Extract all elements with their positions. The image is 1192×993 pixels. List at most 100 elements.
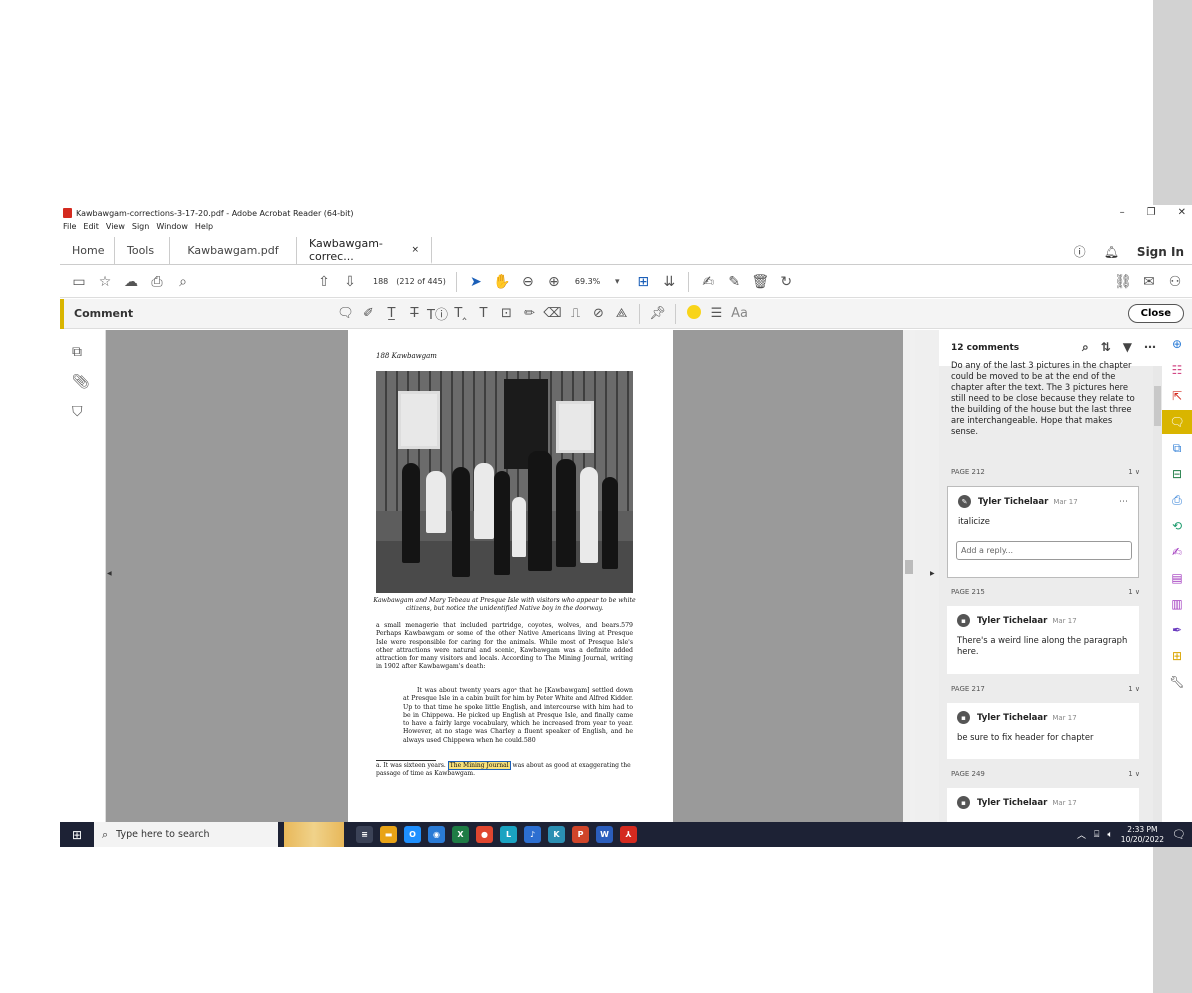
shapes-icon[interactable]: ⟁ — [610, 306, 633, 321]
share-user-icon[interactable]: ⚇ — [1164, 274, 1186, 290]
comment-group-header[interactable]: PAGE 217 1 ∨ — [939, 677, 1152, 701]
viewer-scrollbar[interactable] — [903, 330, 915, 822]
taskbar-app-icon[interactable]: O — [404, 826, 421, 843]
highlight-pen-icon[interactable]: ✐ — [357, 306, 380, 321]
taskbar-app-icon[interactable]: ♪ — [524, 826, 541, 843]
insert-text-icon[interactable]: T‸ — [449, 306, 472, 321]
close-comment-button[interactable]: Close — [1127, 304, 1184, 323]
taskbar-app-icon[interactable]: ⅄ — [620, 826, 637, 843]
zoom-level-select[interactable]: 69.3% — [575, 277, 600, 286]
action-center-icon[interactable]: 🗨︎ — [1172, 828, 1186, 841]
share-link-icon[interactable]: ⛓ — [1112, 274, 1134, 290]
export-pdf-icon[interactable]: ⇱ — [1162, 384, 1192, 408]
zoom-in-icon[interactable]: ⊕ — [543, 274, 565, 290]
page-number-input[interactable]: 188 — [373, 277, 388, 286]
scroll-mode-icon[interactable]: ⇊ — [658, 274, 680, 290]
create-pdf-icon[interactable]: ⊕ — [1162, 332, 1192, 356]
eraser-icon[interactable]: ⌫ — [541, 306, 564, 321]
tab-kawbawgam-corrections[interactable]: Kawbawgam-correc... × — [297, 237, 432, 264]
close-window-button[interactable]: ✕ — [1178, 207, 1186, 218]
taskbar-app-icon[interactable]: P — [572, 826, 589, 843]
bookmark-star-icon[interactable]: ☆ — [94, 274, 116, 290]
color-picker-swatch[interactable] — [682, 304, 705, 323]
tab-tools[interactable]: Tools — [115, 237, 170, 264]
attach-file-icon[interactable]: ⊘ — [587, 306, 610, 321]
zoom-dropdown-chevron-icon[interactable]: ▾ — [606, 277, 628, 287]
scan-icon[interactable]: ⎙ — [1162, 488, 1192, 512]
pencil-draw-icon[interactable]: ✏ — [518, 306, 541, 321]
menu-window[interactable]: Window — [156, 222, 188, 235]
font-style-button[interactable]: Aa — [728, 306, 751, 321]
comments-search-icon[interactable]: ⌕ — [1082, 340, 1089, 355]
help-icon[interactable]: ⓘ — [1074, 243, 1086, 260]
filter-icon[interactable]: ▼ — [1123, 340, 1132, 355]
sign-pen-icon[interactable]: ✍ — [697, 274, 719, 290]
zoom-out-icon[interactable]: ⊖ — [517, 274, 539, 290]
tab-home[interactable]: Home — [60, 237, 115, 264]
page-down-icon[interactable]: ⇩ — [339, 274, 361, 290]
comments-scroll-thumb[interactable] — [1154, 386, 1161, 426]
taskbar-app-icon[interactable]: ≡ — [356, 826, 373, 843]
document-viewer[interactable]: 188 Kawbawgam Kawbawgam and Mary Tebeau … — [106, 330, 915, 822]
taskbar-clock[interactable]: 2:33 PM 10/20/2022 — [1121, 825, 1164, 845]
strikethrough-text-icon[interactable]: T̶ — [403, 306, 426, 321]
upload-cloud-icon[interactable]: ☁ — [120, 274, 142, 290]
select-cursor-icon[interactable]: ➤ — [465, 274, 487, 290]
print-icon[interactable]: ⎙ — [146, 274, 168, 290]
minimize-button[interactable]: – — [1120, 207, 1125, 218]
highlight-tool-icon[interactable]: ✎ — [723, 274, 745, 290]
comment-group-header[interactable]: PAGE 215 1 ∨ — [939, 580, 1152, 604]
reply-input[interactable]: Add a reply... — [956, 541, 1132, 561]
maximize-button[interactable]: ❐ — [1147, 207, 1156, 218]
taskbar-search-box[interactable]: ⌕ Type here to search — [94, 822, 278, 847]
taskbar-app-icon[interactable]: ◉ — [428, 826, 445, 843]
tab-kawbawgam[interactable]: Kawbawgam.pdf — [170, 237, 297, 264]
rotate-icon[interactable]: ↻ — [775, 274, 797, 290]
taskbar-app-icon[interactable]: ▬ — [380, 826, 397, 843]
taskbar-app-icon[interactable]: W — [596, 826, 613, 843]
taskbar-app-icon[interactable]: ● — [476, 826, 493, 843]
comment-group-header[interactable]: PAGE 212 1 ∨ — [939, 460, 1152, 484]
comment-more-icon[interactable]: ⋯ — [1119, 497, 1128, 507]
comment-group-header[interactable]: PAGE 249 1 ∨ — [939, 762, 1152, 786]
menu-sign[interactable]: Sign — [132, 222, 149, 235]
taskbar-app-icon[interactable]: X — [452, 826, 469, 843]
compare-files-icon[interactable]: ⟲ — [1162, 514, 1192, 538]
text-box-icon[interactable]: ⊡ — [495, 306, 518, 321]
highlighted-annotation[interactable]: The Mining Journal — [447, 761, 511, 770]
combine-files-icon[interactable]: ⧉ — [1162, 436, 1192, 460]
email-icon[interactable]: ✉ — [1138, 274, 1160, 290]
menu-help[interactable]: Help — [195, 222, 213, 235]
page-thumbnails-icon[interactable]: ⧉ — [72, 344, 105, 360]
tab-close-icon[interactable]: × — [411, 245, 419, 255]
windows-start-icon[interactable]: ⊞ — [60, 828, 94, 842]
hand-tool-icon[interactable]: ✋ — [491, 274, 513, 290]
sign-in-button[interactable]: Sign In — [1137, 245, 1184, 259]
line-thickness-icon[interactable]: ☰ — [705, 306, 728, 321]
taskbar-app-icon[interactable]: K — [548, 826, 565, 843]
save-icon[interactable]: ▭ — [68, 274, 90, 290]
collapse-right-panel-icon[interactable]: ▶ — [930, 570, 935, 577]
menu-edit[interactable]: Edit — [83, 222, 99, 235]
network-icon[interactable]: ⌸ — [1094, 830, 1099, 840]
add-text-icon[interactable]: T — [472, 306, 495, 321]
menu-view[interactable]: View — [106, 222, 125, 235]
replace-text-icon[interactable]: Tⓘ — [426, 304, 449, 323]
more-options-icon[interactable]: ⋯ — [1144, 340, 1156, 355]
comment-card-selected[interactable]: ✎ Tyler Tichelaar Mar 17 ⋯ italicize Add… — [947, 486, 1139, 578]
organize-pages-icon[interactable]: ☷ — [1162, 358, 1192, 382]
page-up-icon[interactable]: ⇧ — [313, 274, 335, 290]
tray-chevron-icon[interactable]: ︿ — [1077, 828, 1086, 841]
protect-icon[interactable]: ▤ — [1162, 566, 1192, 590]
request-signature-icon[interactable]: ✒ — [1162, 618, 1192, 642]
more-tools-wrench-icon[interactable]: 🔧︎ — [1162, 670, 1192, 694]
stamp-icon[interactable]: ⎍ — [564, 306, 587, 321]
sticky-note-icon[interactable]: 🗨︎ — [334, 306, 357, 321]
pin-icon[interactable]: 📌︎ — [646, 306, 669, 321]
fit-page-icon[interactable]: ⊞ — [632, 274, 654, 290]
viewer-scroll-thumb[interactable] — [905, 560, 913, 574]
fill-sign-icon[interactable]: ✍ — [1162, 540, 1192, 564]
underline-text-icon[interactable]: T̲ — [380, 306, 403, 321]
comments-scrollbar[interactable] — [1153, 366, 1162, 822]
collapse-left-panel-icon[interactable]: ◀ — [107, 570, 112, 577]
